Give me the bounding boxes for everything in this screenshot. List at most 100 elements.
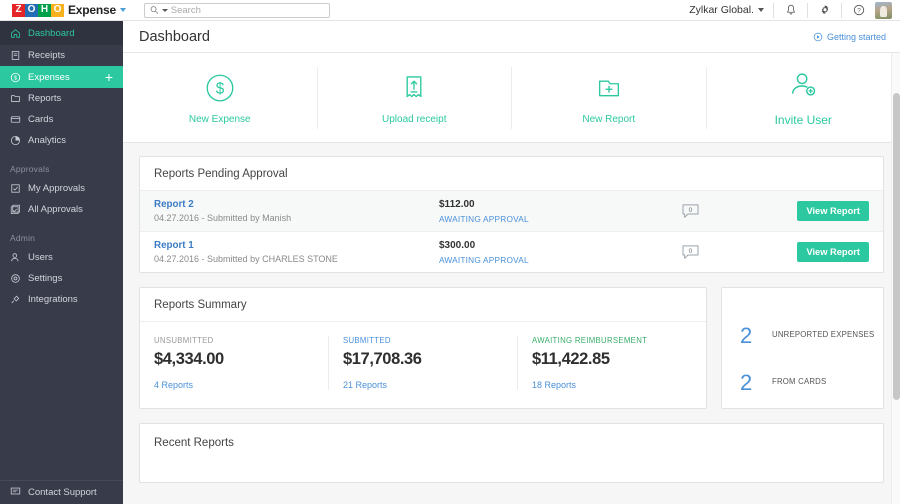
sidebar-item-dashboard[interactable]: Dashboard: [0, 21, 123, 45]
status-badge: AWAITING APPROVAL: [439, 255, 679, 265]
expense-stats-card: 2 UNREPORTED EXPENSES 2 FROM CARDS: [721, 287, 884, 409]
search-scope-chevron-icon[interactable]: [162, 9, 168, 12]
getting-started-link[interactable]: Getting started: [813, 32, 886, 42]
top-bar-right: Zylkar Global. ?: [689, 0, 892, 20]
search-input[interactable]: [171, 5, 324, 16]
sidebar-item-label: Analytics: [28, 135, 66, 146]
sidebar-item-expenses[interactable]: $ Expenses +: [0, 66, 123, 88]
search-box[interactable]: [144, 3, 330, 18]
quick-action-label: Upload receipt: [382, 114, 446, 125]
zoho-letter-o1: O: [25, 4, 38, 17]
sidebar-item-reports[interactable]: Reports: [0, 88, 123, 109]
dashboard-scroll-area: $ New Expense Upload receipt: [123, 53, 900, 504]
comments-icon[interactable]: 0: [679, 245, 701, 260]
sidebar-item-cards[interactable]: Cards: [0, 109, 123, 130]
new-expense-action[interactable]: $ New Expense: [123, 67, 318, 129]
table-row[interactable]: Report 2 04.27.2016 - Submitted by Manis…: [140, 190, 883, 231]
home-icon: [10, 28, 21, 39]
sidebar-item-label: Receipts: [28, 50, 65, 61]
card-title: Reports Pending Approval: [140, 157, 883, 190]
summary-link[interactable]: 18 Reports: [532, 380, 692, 390]
scrollbar-thumb[interactable]: [893, 93, 900, 400]
folder-icon: [10, 93, 21, 104]
quick-actions-bar: $ New Expense Upload receipt: [123, 53, 900, 143]
search-icon: [150, 5, 159, 15]
quick-action-label: Invite User: [775, 113, 832, 127]
report-info: Report 1 04.27.2016 - Submitted by CHARL…: [154, 240, 439, 264]
summary-value: $11,422.85: [532, 350, 692, 369]
scrollbar-track[interactable]: [891, 53, 900, 504]
sidebar-item-analytics[interactable]: Analytics: [0, 130, 123, 151]
zoho-logo-icon: ZOHO: [12, 4, 64, 17]
sidebar-item-all-approvals[interactable]: All Approvals: [0, 199, 123, 220]
stat-number: 2: [740, 370, 772, 396]
stat-label: FROM CARDS: [772, 377, 826, 388]
sidebar-section-approvals: Approvals: [0, 160, 123, 178]
quick-action-label: New Report: [582, 114, 635, 125]
summary-label: AWAITING REIMBURSEMENT: [532, 336, 692, 345]
sidebar-item-integrations[interactable]: Integrations: [0, 289, 123, 310]
summary-label: SUBMITTED: [343, 336, 503, 345]
receipt-upload-icon: [397, 71, 431, 105]
comment-count: 0: [688, 206, 692, 213]
reports-pending-approval-card: Reports Pending Approval Report 2 04.27.…: [139, 156, 884, 273]
help-icon[interactable]: ?: [851, 3, 866, 18]
comment-count: 0: [688, 247, 692, 254]
upload-receipt-action[interactable]: Upload receipt: [318, 67, 513, 129]
stat-number: 2: [740, 323, 772, 349]
sidebar-item-label: Integrations: [28, 294, 78, 305]
report-name-link[interactable]: Report 2: [154, 199, 439, 210]
bell-icon[interactable]: [783, 3, 798, 18]
summary-row: Reports Summary UNSUBMITTED $4,334.00 4 …: [139, 287, 884, 409]
comments-icon[interactable]: 0: [679, 204, 701, 219]
view-report-button[interactable]: View Report: [797, 201, 869, 221]
chevron-down-icon[interactable]: [120, 8, 126, 12]
stat-from-cards[interactable]: 2 FROM CARDS: [722, 359, 883, 406]
chat-icon: [10, 486, 21, 500]
report-name-link[interactable]: Report 1: [154, 240, 439, 251]
page-title: Dashboard: [139, 29, 210, 45]
folder-plus-icon: [592, 71, 626, 105]
brand-logo[interactable]: ZOHO Expense: [12, 3, 126, 17]
sidebar-item-label: All Approvals: [28, 204, 83, 215]
gear-icon[interactable]: [817, 3, 832, 18]
app-root: ZOHO Expense Zylkar Global.: [0, 0, 900, 504]
contact-support-button[interactable]: Contact Support: [0, 480, 123, 504]
stat-unreported-expenses[interactable]: 2 UNREPORTED EXPENSES: [722, 312, 883, 359]
summary-columns: UNSUBMITTED $4,334.00 4 Reports SUBMITTE…: [140, 322, 706, 408]
sidebar-item-my-approvals[interactable]: My Approvals: [0, 178, 123, 199]
sidebar-item-users[interactable]: Users: [0, 247, 123, 268]
reports-summary-card: Reports Summary UNSUBMITTED $4,334.00 4 …: [139, 287, 707, 409]
user-icon: [10, 252, 21, 263]
sidebar-item-receipts[interactable]: Receipts: [0, 45, 123, 66]
sidebar-item-label: My Approvals: [28, 183, 85, 194]
summary-link[interactable]: 21 Reports: [343, 380, 503, 390]
add-expense-icon[interactable]: +: [105, 70, 113, 84]
sidebar: Dashboard Receipts $ Expenses + Repor: [0, 21, 123, 504]
play-circle-icon: [813, 32, 823, 42]
new-report-action[interactable]: New Report: [512, 67, 707, 129]
org-switcher[interactable]: Zylkar Global.: [689, 4, 764, 16]
zoho-letter-h: H: [38, 4, 51, 17]
sidebar-item-label: Cards: [28, 114, 53, 125]
summary-value: $4,334.00: [154, 350, 314, 369]
table-row[interactable]: Report 1 04.27.2016 - Submitted by CHARL…: [140, 231, 883, 272]
sidebar-item-label: Reports: [28, 93, 61, 104]
sidebar-item-label: Settings: [28, 273, 62, 284]
avatar[interactable]: [875, 2, 892, 19]
pie-chart-icon: [10, 135, 21, 146]
zoho-letter-z: Z: [12, 4, 25, 17]
summary-link[interactable]: 4 Reports: [154, 380, 314, 390]
report-amount: $300.00: [439, 240, 679, 251]
view-report-button[interactable]: View Report: [797, 242, 869, 262]
recent-reports-card: Recent Reports: [139, 423, 884, 483]
spacer: [0, 151, 123, 160]
report-amount-block: $112.00 AWAITING APPROVAL: [439, 199, 679, 224]
body: Dashboard Receipts $ Expenses + Repor: [0, 21, 900, 504]
invite-user-action[interactable]: Invite User: [707, 67, 900, 129]
chevron-down-icon: [758, 8, 764, 12]
check-square-icon: [10, 183, 21, 194]
sidebar-item-settings[interactable]: Settings: [0, 268, 123, 289]
sidebar-item-label: Users: [28, 252, 53, 263]
getting-started-label: Getting started: [827, 32, 886, 42]
